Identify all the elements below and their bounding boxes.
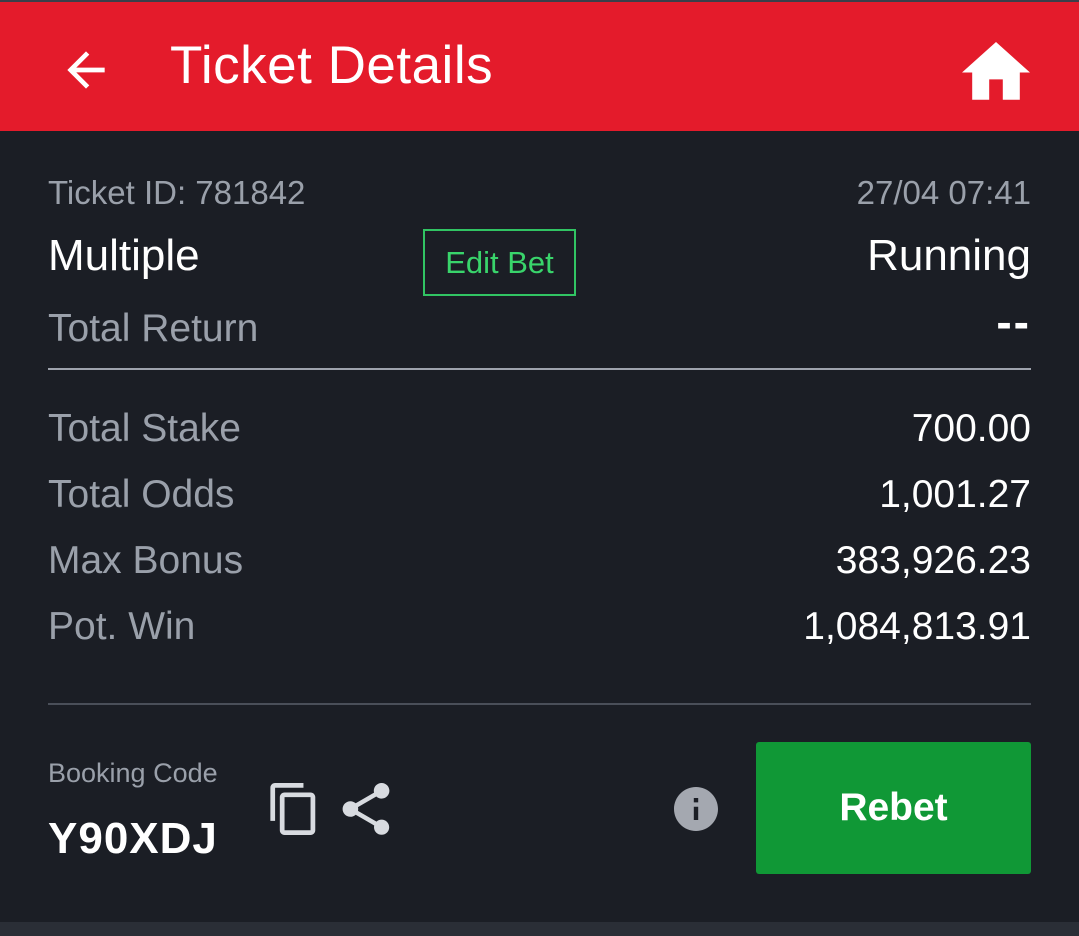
summary-row-max-bonus: Max Bonus 383,926.23 — [48, 539, 1031, 591]
share-icon — [342, 783, 390, 835]
ticket-panel: Ticket ID: 781842 27/04 07:41 Multiple E… — [48, 131, 1031, 921]
arrow-left-icon — [67, 51, 105, 89]
summary-row-total-stake: Total Stake 700.00 — [48, 407, 1031, 459]
summary-row-total-odds: Total Odds 1,001.27 — [48, 473, 1031, 525]
ticket-status: Running — [867, 231, 1031, 280]
page-title: Ticket Details — [170, 36, 494, 95]
booking-code-label: Booking Code — [48, 758, 218, 788]
home-button[interactable] — [962, 40, 1030, 100]
divider — [48, 368, 1031, 370]
back-button[interactable] — [58, 42, 114, 98]
summary-label: Pot. Win — [48, 605, 196, 648]
copy-button[interactable] — [270, 783, 318, 835]
rebet-button[interactable]: Rebet — [756, 742, 1031, 874]
summary-label: Max Bonus — [48, 539, 244, 582]
summary-value: 700.00 — [911, 407, 1031, 450]
info-button[interactable] — [674, 787, 718, 831]
bet-type: Multiple — [48, 231, 200, 280]
ticket-datetime: 27/04 07:41 — [856, 174, 1031, 211]
home-icon — [962, 41, 1030, 100]
summary-label: Total Odds — [48, 473, 235, 516]
total-return-label: Total Return — [48, 307, 259, 350]
copy-icon — [270, 783, 316, 835]
summary-label: Total Stake — [48, 407, 241, 450]
summary-value: 1,084,813.91 — [803, 605, 1031, 648]
total-return-value: -- — [996, 296, 1031, 348]
booking-code[interactable]: Y90XDJ — [48, 814, 218, 864]
summary-row-pot-win: Pot. Win 1,084,813.91 — [48, 605, 1031, 657]
app-header: Ticket Details — [0, 0, 1079, 131]
bottom-edge — [0, 922, 1079, 936]
info-icon — [674, 787, 718, 831]
summary-value: 1,001.27 — [879, 473, 1031, 516]
divider — [48, 703, 1031, 705]
share-button[interactable] — [342, 783, 390, 835]
summary-value: 383,926.23 — [835, 539, 1031, 582]
edit-bet-button[interactable]: Edit Bet — [423, 229, 576, 296]
ticket-id: Ticket ID: 781842 — [48, 174, 306, 211]
